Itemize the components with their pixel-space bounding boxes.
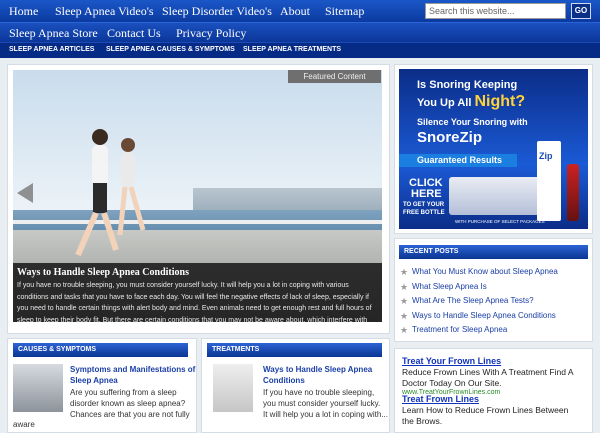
category-nav: SLEEP APNEA ARTICLES SLEEP APNEA CAUSES … xyxy=(0,42,600,58)
star-icon: ★ xyxy=(400,325,409,335)
nav-sleep-apnea-videos[interactable]: Sleep Apnea Video's xyxy=(55,0,154,22)
ad-purchase: WITH PURCHASE OF SELECT PACKAGES xyxy=(455,219,545,224)
nav-home[interactable]: Home xyxy=(9,0,38,22)
primary-nav: Home Sleep Apnea Video's Sleep Disorder … xyxy=(0,0,600,22)
nav-articles[interactable]: SLEEP APNEA ARTICLES xyxy=(9,43,94,57)
text-ad-desc-l2: Doctor Today On Our Site. xyxy=(402,378,502,388)
featured-excerpt: If you have no trouble sleeping, you mus… xyxy=(17,282,372,322)
snorezip-ad[interactable]: Is Snoring Keeping You Up All Night? Sil… xyxy=(399,69,588,229)
ad-bottle-image xyxy=(567,164,579,221)
ad-guaranteed: Guaranteed Results xyxy=(399,154,517,167)
text-ad-desc-l1: Learn How to Reduce Frown Lines Between xyxy=(402,405,569,415)
text-ad-title[interactable]: Treat Your Frown Lines xyxy=(402,356,501,366)
treatments-article-title-l1[interactable]: Ways to Handle Sleep Apnea xyxy=(263,364,372,375)
nav-contact[interactable]: Contact Us xyxy=(107,23,161,43)
treatments-excerpt-l2: you must consider yourself lucky. xyxy=(263,399,381,408)
featured-badge: Featured Content xyxy=(288,70,381,83)
featured-image-buildings xyxy=(193,188,382,210)
ad-bottle2: FREE BOTTLE xyxy=(403,210,445,216)
recent-post-link[interactable]: What Are The Sleep Apnea Tests? xyxy=(412,296,534,306)
star-icon: ★ xyxy=(400,296,409,306)
recent-post-link[interactable]: What You Must Know about Sleep Apnea xyxy=(412,267,558,277)
nav-causes-symptoms[interactable]: SLEEP APNEA CAUSES & SYMPTOMS xyxy=(106,43,235,57)
treatments-excerpt-l1: If you have no trouble sleeping, xyxy=(263,388,375,397)
nav-store[interactable]: Sleep Apnea Store xyxy=(9,23,98,43)
nav-treatments[interactable]: SLEEP APNEA TREATMENTS xyxy=(243,43,341,57)
nav-about[interactable]: About xyxy=(280,0,310,22)
slide-prev-arrow-icon[interactable] xyxy=(17,183,33,203)
causes-excerpt-l3: Chances are that you are not fully xyxy=(70,410,190,419)
causes-thumbnail[interactable] xyxy=(13,364,63,412)
recent-post-link[interactable]: What Sleep Apnea Is xyxy=(412,282,487,292)
nav-sitemap[interactable]: Sitemap xyxy=(325,0,364,22)
text-ad-title[interactable]: Treat Frown Lines xyxy=(402,394,479,404)
causes-article-title-l2[interactable]: Sleep Apnea xyxy=(70,375,118,386)
star-icon: ★ xyxy=(400,267,409,277)
text-ad-desc-l2: the Brows. xyxy=(402,416,443,426)
featured-title[interactable]: Ways to Handle Sleep Apnea Conditions xyxy=(17,267,189,278)
ad-brand: SnoreZip xyxy=(417,129,483,146)
causes-heading[interactable]: CAUSES & SYMPTOMS xyxy=(13,343,188,357)
treatments-heading[interactable]: TREATMENTS xyxy=(207,343,382,357)
featured-slideshow[interactable]: Ways to Handle Sleep Apnea Conditions If… xyxy=(13,70,382,322)
text-ad-desc-l1: Reduce Frown Lines With A Treatment Find… xyxy=(402,367,574,377)
causes-excerpt-l2: disorder known as sleep apnea? xyxy=(70,399,186,408)
treatments-excerpt-l3: It will help you a lot in coping with... xyxy=(263,410,388,419)
ad-bottle1: TO GET YOUR xyxy=(403,202,445,208)
treatments-thumbnail[interactable] xyxy=(213,364,253,412)
recent-posts-heading: RECENT POSTS xyxy=(399,245,588,259)
causes-article-title-l1[interactable]: Symptoms and Manifestations of xyxy=(70,364,195,375)
nav-privacy[interactable]: Privacy Policy xyxy=(176,23,246,43)
ad-line3: Silence Your Snoring with xyxy=(417,117,528,127)
treatments-article-title-l2[interactable]: Conditions xyxy=(263,375,305,386)
search-input[interactable]: Search this website... xyxy=(425,3,566,19)
secondary-nav: Sleep Apnea Store Contact Us Privacy Pol… xyxy=(0,22,600,43)
ad-sleeper-image xyxy=(449,177,544,215)
runners-figure xyxy=(75,129,146,257)
search-button[interactable]: GO xyxy=(571,3,591,19)
recent-post-link[interactable]: Treatment for Sleep Apnea xyxy=(412,325,507,335)
featured-caption: Ways to Handle Sleep Apnea Conditions If… xyxy=(13,263,382,322)
star-icon: ★ xyxy=(400,311,409,321)
nav-sleep-disorder-videos[interactable]: Sleep Disorder Video's xyxy=(162,0,272,22)
ad-box-image: Zip xyxy=(537,141,561,221)
causes-excerpt-l1: Are you suffering from a sleep xyxy=(70,388,177,397)
recent-post-link[interactable]: Ways to Handle Sleep Apnea Conditions xyxy=(412,311,556,321)
ad-line1: Is Snoring Keeping xyxy=(417,79,518,91)
star-icon: ★ xyxy=(400,282,409,292)
ad-line2: You Up All Night? xyxy=(417,93,526,110)
causes-excerpt-l4: aware xyxy=(13,420,35,429)
